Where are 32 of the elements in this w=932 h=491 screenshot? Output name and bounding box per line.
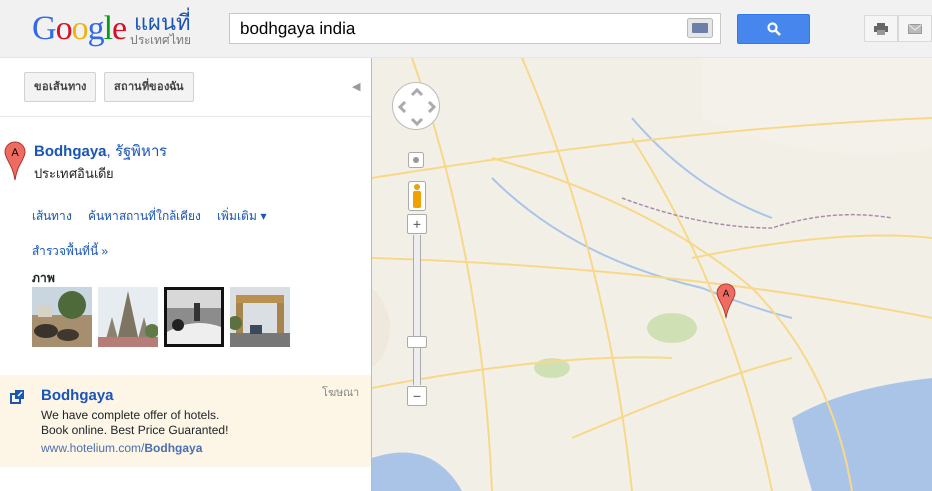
explore-link[interactable]: สำรวจพื้นที่นี้ » bbox=[32, 244, 108, 258]
map-pin-icon[interactable]: A bbox=[716, 283, 736, 319]
google-logo[interactable]: Google bbox=[32, 12, 126, 46]
search-field[interactable]: bodhgaya india bbox=[229, 13, 721, 44]
ad-url[interactable]: www.hotelium.com/Bodhgaya bbox=[41, 440, 202, 454]
ad-text: We have complete offer of hotels. bbox=[41, 408, 220, 422]
email-button[interactable] bbox=[898, 15, 932, 42]
keyboard-icon[interactable] bbox=[687, 18, 713, 38]
place-country: ประเทศอินเดีย bbox=[34, 164, 115, 182]
map-pin-icon: A bbox=[4, 141, 26, 181]
printer-icon bbox=[874, 22, 888, 34]
street-view-icon[interactable] bbox=[408, 181, 426, 211]
ad-text: Book online. Best Price Guaranted! bbox=[41, 422, 230, 438]
ad-label: โฆษณา bbox=[322, 385, 359, 401]
envelope-icon bbox=[908, 24, 922, 34]
external-link-icon[interactable] bbox=[10, 389, 25, 404]
action-link[interactable]: เส้นทาง bbox=[32, 207, 72, 225]
zoom-in-button[interactable]: + bbox=[407, 214, 427, 234]
action-link[interactable]: ค้นหาสถานที่ใกล้เคียง bbox=[88, 207, 201, 225]
action-link[interactable]: เพิ่มเติม ▾ bbox=[217, 207, 266, 225]
zoom-out-button[interactable]: − bbox=[407, 386, 427, 406]
photos-heading: ภาพ bbox=[31, 270, 56, 286]
ad-title[interactable]: Bodhgaya bbox=[41, 385, 322, 408]
zoom-slider-thumb[interactable] bbox=[407, 336, 427, 348]
print-button[interactable] bbox=[864, 15, 898, 42]
region-label: ประเทศไทย bbox=[130, 34, 192, 46]
search-icon bbox=[766, 22, 780, 36]
toolbar-button[interactable]: ขอเส้นทาง bbox=[24, 72, 96, 102]
search-button[interactable] bbox=[737, 14, 810, 44]
place-title[interactable]: Bodhgaya, รัฐพิหาร bbox=[34, 141, 167, 164]
location-button[interactable] bbox=[408, 152, 424, 168]
toolbar-button[interactable]: สถานที่ของฉัน bbox=[104, 72, 194, 102]
